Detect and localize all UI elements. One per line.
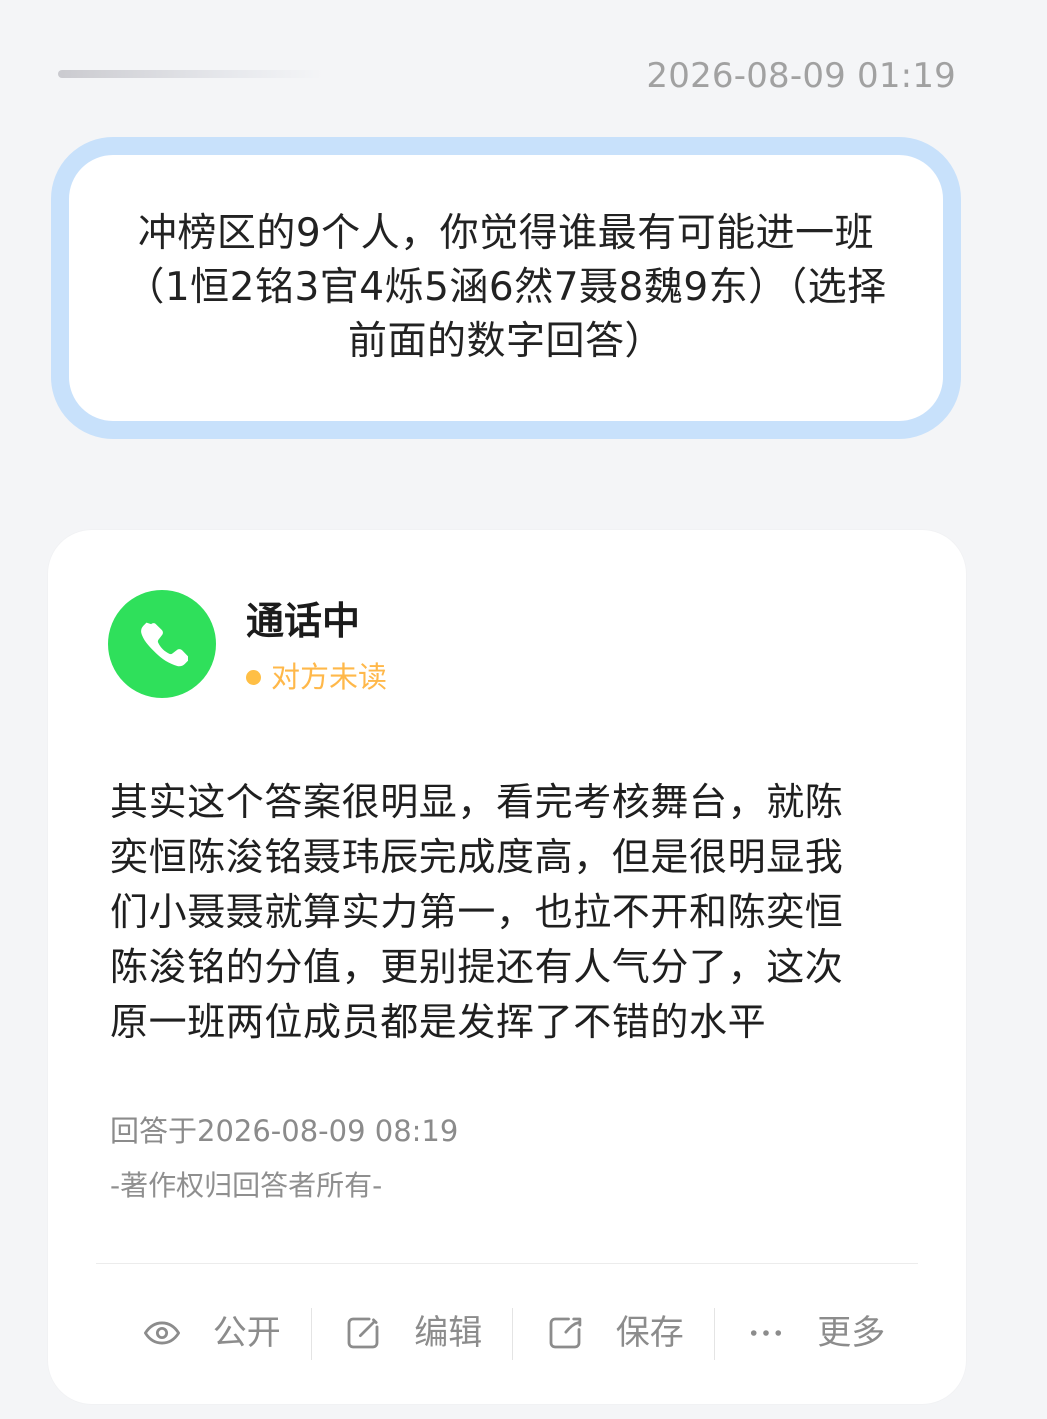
answer-card: 通话中 对方未读 其实这个答案很明显，看完考核舞台，就陈 奕恒陈浚铭聂玮辰完成度…	[48, 530, 966, 1404]
public-button-label: 公开	[212, 1313, 281, 1353]
top-strip	[0, 0, 1047, 20]
copyright-notice: -著作权归回答者所有-	[110, 1169, 383, 1202]
call-status-title: 通话中	[246, 599, 361, 643]
question-text: 冲榜区的9个人，你觉得谁最有可能进一班 （1恒2铭3官4烁5涵6然7聂8魏9东）…	[125, 211, 887, 364]
edit-icon	[342, 1312, 384, 1354]
more-icon	[745, 1312, 787, 1354]
edit-button-label: 编辑	[414, 1313, 483, 1353]
public-button[interactable]: 公开	[110, 1300, 312, 1366]
action-divider	[96, 1263, 918, 1264]
question-timestamp: 2026-08-09 01:19	[646, 56, 956, 96]
phone-avatar	[108, 590, 216, 698]
answer-timestamp: 回答于2026-08-09 08:19	[110, 1114, 459, 1148]
save-button[interactable]: 保存	[513, 1300, 715, 1366]
action-bar: 公开 编辑 保存 更多	[110, 1300, 916, 1366]
blurred-header-text	[58, 70, 323, 78]
answer-body: 其实这个答案很明显，看完考核舞台，就陈 奕恒陈浚铭聂玮辰完成度高，但是很明显我 …	[110, 780, 844, 1044]
read-status-text: 对方未读	[271, 660, 388, 694]
read-status-row: 对方未读	[246, 658, 387, 696]
unread-dot-icon	[246, 669, 261, 685]
more-button[interactable]: 更多	[715, 1300, 917, 1366]
phone-icon	[136, 618, 188, 670]
save-button-label: 保存	[615, 1313, 684, 1353]
question-card: 冲榜区的9个人，你觉得谁最有可能进一班 （1恒2铭3官4烁5涵6然7聂8魏9东）…	[51, 137, 961, 439]
more-button-label: 更多	[817, 1313, 886, 1353]
eye-icon	[141, 1312, 183, 1354]
edit-button[interactable]: 编辑	[312, 1300, 514, 1366]
share-icon	[544, 1312, 586, 1354]
